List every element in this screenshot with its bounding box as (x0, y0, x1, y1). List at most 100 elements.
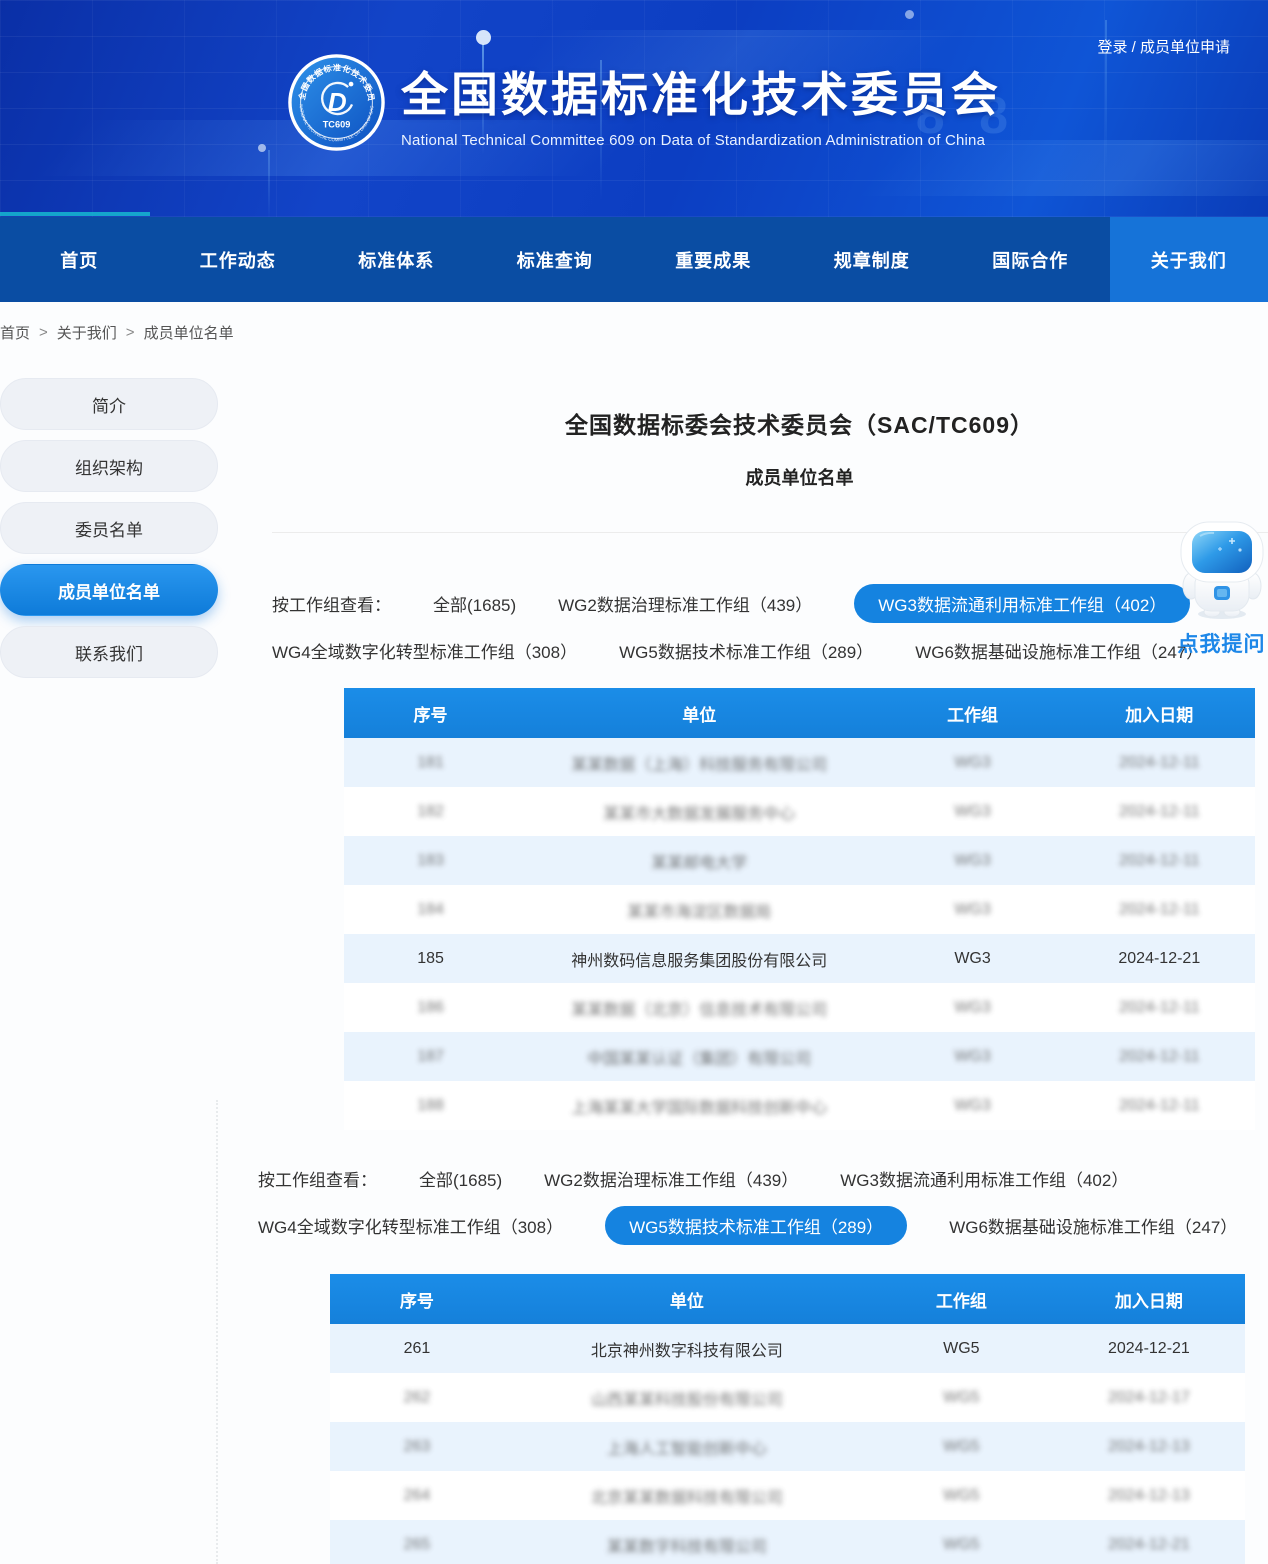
cell-date: 2024-12-11 (1064, 885, 1255, 934)
cell-seq: 264 (330, 1471, 504, 1520)
filter-option[interactable]: WG4全域数字化转型标准工作组（308） (258, 1213, 563, 1238)
cell-date-text: 2024-12-11 (1119, 1048, 1200, 1066)
filter-row: 按工作组查看： 全部(1685) WG2数据治理标准工作组（439） WG3数据流通利… (272, 584, 1268, 622)
cell-wg-text: WG5 (943, 1536, 979, 1554)
cell-unit: 北京神州数字科技有限公司 (504, 1324, 870, 1373)
nav-item-0[interactable]: 首页 (0, 217, 159, 302)
nav-item-5[interactable]: 规章制度 (793, 217, 952, 302)
filter-option[interactable]: WG6数据基础设施标准工作组（247） (915, 638, 1203, 663)
breadcrumb-link-0[interactable]: 首页 (0, 322, 30, 343)
table-row: 262山西某某科技股份有限公司WG52024-12-17 (330, 1373, 1245, 1422)
cell-unit-text: 北京神州数字科技有限公司 (591, 1337, 783, 1361)
cell-seq: 261 (330, 1324, 504, 1373)
cell-date-text: 2024-12-11 (1119, 999, 1200, 1017)
nav-item-7[interactable]: 关于我们 (1110, 217, 1268, 302)
column-header: 加入日期 (1064, 688, 1255, 738)
cell-wg: WG5 (870, 1422, 1053, 1471)
table-row: 264 北京某某数据科技有限公司 WG5 2024-12-13 (330, 1471, 1245, 1520)
filter-group-wg3: 按工作组查看： 全部(1685) WG2数据治理标准工作组（439） WG3数据流通利… (272, 584, 1268, 678)
column-header: 工作组 (870, 1274, 1053, 1324)
cell-wg-text: WG5 (943, 1487, 979, 1505)
cell-wg-text: WG3 (954, 754, 990, 772)
sidebar-item-0[interactable]: 简介 (0, 378, 218, 430)
cell-seq: 183 (344, 836, 517, 885)
cell-unit: 某某市大数据发展服务中心 (517, 787, 881, 836)
filter-group-label: 按工作组查看： (272, 591, 391, 616)
nav-item-6[interactable]: 国际合作 (951, 217, 1110, 302)
cell-seq-text: 188 (417, 1097, 444, 1115)
cell-date: 2024-12-11 (1064, 738, 1255, 787)
cell-wg-text: WG3 (954, 852, 990, 870)
cell-wg: WG3 (881, 885, 1063, 934)
filter-pill-active[interactable]: WG5数据技术标准工作组（289） (605, 1206, 907, 1245)
filter-option[interactable]: WG5数据技术标准工作组（289） (619, 638, 873, 663)
cell-seq-text: 261 (404, 1340, 431, 1358)
breadcrumb-link-1[interactable]: 关于我们 (57, 322, 117, 343)
filter-option[interactable]: WG3数据流通利用标准工作组（402） (840, 1166, 1128, 1191)
cell-date: 2024-12-21 (1053, 1520, 1245, 1564)
cell-date-text: 2024-12-11 (1119, 754, 1200, 772)
member-table-wg3: 序号单位工作组加入日期181某某数据（上海）科技服务有限公司WG32024-12… (344, 688, 1255, 1130)
table-row: 261北京神州数字科技有限公司WG52024-12-21 (330, 1324, 1245, 1373)
cell-wg-text: WG5 (943, 1340, 979, 1358)
page-subtitle: 成员单位名单 (344, 464, 1255, 490)
nav-item-3[interactable]: 标准查询 (476, 217, 635, 302)
cell-unit-text: 中国某某认证（集团）有限公司 (587, 1045, 811, 1069)
cell-wg-text: WG3 (954, 1048, 990, 1066)
cell-date: 2024-12-11 (1064, 836, 1255, 885)
filter-group-label: 按工作组查看： (258, 1166, 377, 1191)
filter-option[interactable]: WG4全域数字化转型标准工作组（308） (272, 638, 577, 663)
cell-date: 2024-12-13 (1053, 1471, 1245, 1520)
cell-unit: 某某数字科技有限公司 (504, 1520, 870, 1564)
cell-wg: WG3 (881, 836, 1063, 885)
cell-wg: WG3 (881, 983, 1063, 1032)
cell-seq: 265 (330, 1520, 504, 1564)
cell-seq-text: 185 (417, 950, 444, 968)
cell-wg-text: WG3 (954, 803, 990, 821)
filter-pill-active[interactable]: WG3数据流通利用标准工作组（402） (854, 584, 1190, 623)
sidebar-item-3[interactable]: 成员单位名单 (0, 564, 218, 616)
filter-group-wg5: 按工作组查看： 全部(1685) WG2数据治理标准工作组（439） WG3数据流通利… (258, 1159, 1268, 1253)
nav-item-2[interactable]: 标准体系 (317, 217, 476, 302)
cell-seq: 185 (344, 934, 517, 983)
cell-date: 2024-12-11 (1064, 983, 1255, 1032)
header-decoration-dot (905, 10, 914, 19)
cell-unit: 某某市海淀区数据局 (517, 885, 881, 934)
header-decoration-dot (258, 144, 266, 152)
cell-unit-text: 山西某某科技股份有限公司 (591, 1386, 783, 1410)
filter-option[interactable]: WG2数据治理标准工作组（439） (544, 1166, 798, 1191)
filter-option[interactable]: WG2数据治理标准工作组（439） (558, 591, 812, 616)
cell-unit-text: 上海人工智能创新中心 (607, 1435, 767, 1459)
committee-logo-icon: 全国数据标准化技术委员会 NATIONAL TECHNICAL COMMITTE… (288, 54, 385, 151)
cell-date-text: 2024-12-11 (1119, 1097, 1200, 1115)
assistant-label[interactable]: 点我提问 (1175, 628, 1268, 658)
cell-date-text: 2024-12-11 (1119, 901, 1200, 919)
cell-seq-text: 187 (417, 1048, 444, 1066)
cell-date: 2024-12-11 (1064, 787, 1255, 836)
breadcrumb-link-2[interactable]: 成员单位名单 (144, 322, 234, 343)
cell-wg: WG5 (870, 1324, 1053, 1373)
login-link[interactable]: 登录 / 成员单位申请 (1097, 36, 1230, 57)
header-decoration-line (268, 150, 270, 217)
cell-unit: 某某邮电大学 (517, 836, 881, 885)
sidebar-item-2[interactable]: 委员名单 (0, 502, 218, 554)
cell-seq-text: 183 (417, 852, 444, 870)
cell-seq-text: 184 (417, 901, 444, 919)
cell-unit-text: 北京某某数据科技有限公司 (591, 1484, 783, 1508)
nav-item-4[interactable]: 重要成果 (634, 217, 793, 302)
header-decoration-dot (476, 30, 491, 45)
cell-date-text: 2024-12-21 (1118, 950, 1200, 968)
filter-option[interactable]: WG6数据基础设施标准工作组（247） (949, 1213, 1237, 1238)
cell-seq: 184 (344, 885, 517, 934)
cell-date: 2024-12-11 (1064, 1032, 1255, 1081)
filter-option[interactable]: 全部(1685) (433, 591, 516, 616)
cell-wg: WG5 (870, 1471, 1053, 1520)
sidebar-item-4[interactable]: 联系我们 (0, 626, 218, 678)
assistant-widget[interactable]: 点我提问 (1175, 520, 1268, 658)
cell-wg: WG3 (881, 1032, 1063, 1081)
sidebar-item-1[interactable]: 组织架构 (0, 440, 218, 492)
filter-option[interactable]: 全部(1685) (419, 1166, 502, 1191)
member-table-wg5: 序号单位工作组加入日期261北京神州数字科技有限公司WG52024-12-212… (330, 1274, 1245, 1564)
nav-item-1[interactable]: 工作动态 (159, 217, 318, 302)
cell-seq: 263 (330, 1422, 504, 1471)
